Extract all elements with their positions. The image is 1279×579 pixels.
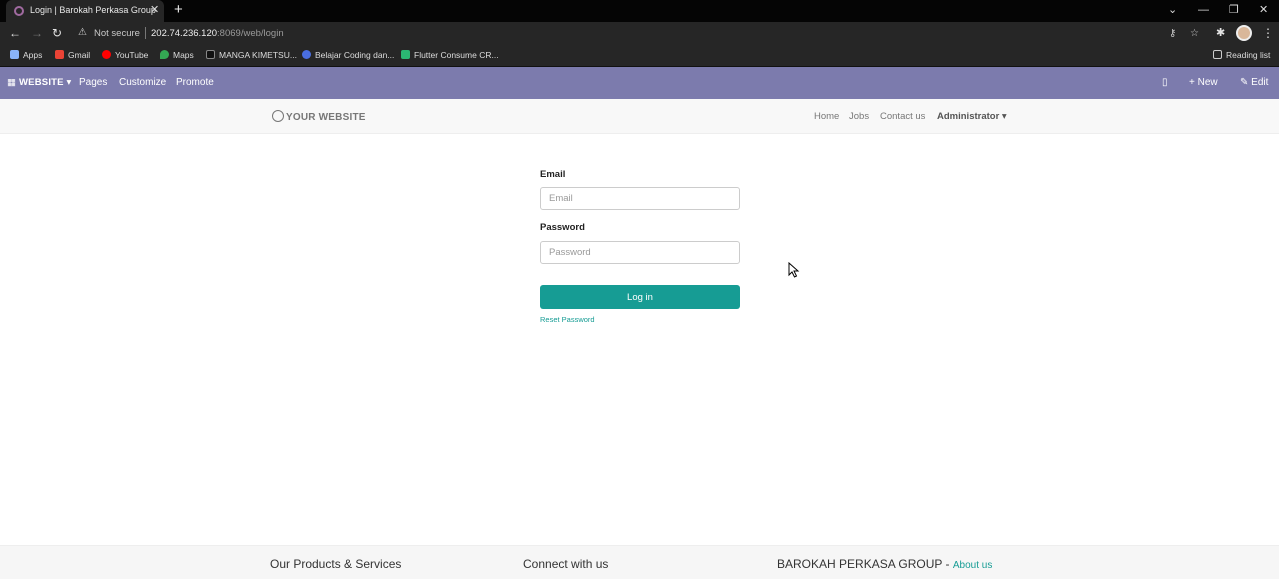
flutter-site-icon bbox=[401, 50, 410, 59]
bookmark-youtube[interactable]: YouTube bbox=[102, 50, 148, 60]
tab-title: Login | Barokah Perkasa Group bbox=[30, 5, 156, 15]
footer-company-heading: BAROKAH PERKASA GROUP - About us bbox=[777, 557, 993, 571]
tab-search-icon[interactable]: ⌄ bbox=[1168, 2, 1177, 18]
email-field[interactable] bbox=[540, 187, 740, 210]
coding-site-icon bbox=[302, 50, 311, 59]
key-icon[interactable]: ⚷ bbox=[1169, 28, 1176, 39]
extensions-icon[interactable]: ✱ bbox=[1216, 26, 1225, 40]
apps-grid-icon: ▦ bbox=[7, 77, 20, 88]
back-icon[interactable]: ← bbox=[9, 26, 21, 40]
caret-down-icon: ▾ bbox=[999, 111, 1007, 122]
maps-pin-icon bbox=[160, 50, 169, 59]
gmail-icon bbox=[55, 50, 64, 59]
omnibox[interactable]: ⚠ Not secure 202.74.236.120:8069/web/log… bbox=[72, 24, 1210, 44]
not-secure-label[interactable]: Not secure bbox=[94, 28, 140, 39]
pages-menu[interactable]: Pages bbox=[79, 77, 107, 88]
login-button[interactable]: Log in bbox=[540, 285, 740, 309]
youtube-icon bbox=[102, 50, 111, 59]
nav-contact-us[interactable]: Contact us bbox=[880, 111, 925, 122]
globe-icon bbox=[272, 110, 284, 122]
email-label: Email bbox=[540, 169, 566, 180]
reset-password-link[interactable]: Reset Password bbox=[540, 315, 595, 324]
reading-list[interactable]: Reading list bbox=[1213, 50, 1270, 60]
mouse-cursor-icon bbox=[788, 262, 800, 278]
url-separator bbox=[145, 27, 146, 39]
promote-menu[interactable]: Promote bbox=[176, 77, 214, 88]
apps-grid-icon bbox=[10, 50, 19, 59]
edit-button[interactable]: ✎ Edit bbox=[1240, 77, 1268, 88]
site-logo[interactable]: YOUR WEBSITE bbox=[272, 110, 366, 123]
new-button[interactable]: + New bbox=[1189, 77, 1218, 88]
bookmarks-bar: Apps Gmail YouTube Maps MANGA KIMETSU...… bbox=[0, 45, 1279, 67]
address-bar-row: ← → ↻ ⚠ Not secure 202.74.236.120:8069/w… bbox=[0, 22, 1279, 45]
minimize-icon[interactable]: — bbox=[1198, 2, 1209, 18]
site-header: YOUR WEBSITE Home Jobs Contact us Admini… bbox=[0, 99, 1279, 134]
about-us-link[interactable]: About us bbox=[953, 560, 992, 571]
plus-icon: + bbox=[1189, 77, 1198, 88]
browser-tab[interactable]: Login | Barokah Perkasa Group ✕ bbox=[6, 0, 164, 22]
nav-home[interactable]: Home bbox=[814, 111, 839, 122]
odoo-favicon-icon bbox=[14, 6, 24, 16]
close-tab-icon[interactable]: ✕ bbox=[150, 3, 159, 17]
manga-site-icon bbox=[206, 50, 215, 59]
bookmark-flutter[interactable]: Flutter Consume CR... bbox=[401, 50, 499, 60]
nav-jobs[interactable]: Jobs bbox=[849, 111, 869, 122]
new-tab-icon[interactable]: + bbox=[174, 1, 183, 19]
reload-icon[interactable]: ↻ bbox=[52, 26, 62, 40]
reading-list-icon bbox=[1213, 50, 1222, 59]
warning-icon[interactable]: ⚠ bbox=[78, 27, 87, 38]
footer-products-heading: Our Products & Services bbox=[270, 557, 402, 571]
bookmark-manga[interactable]: MANGA KIMETSU... bbox=[206, 50, 297, 60]
url-text[interactable]: 202.74.236.120:8069/web/login bbox=[151, 28, 284, 39]
profile-avatar[interactable] bbox=[1236, 25, 1252, 41]
website-menu[interactable]: ▦ WEBSITE ▾ bbox=[7, 77, 72, 88]
bookmark-maps[interactable]: Maps bbox=[160, 50, 194, 60]
footer-connect-heading: Connect with us bbox=[523, 557, 609, 571]
website-editor-bar: ▦ WEBSITE ▾ Pages Customize Promote ▯ + … bbox=[0, 67, 1279, 99]
pencil-icon: ✎ bbox=[1240, 77, 1252, 88]
restore-icon[interactable]: ❐ bbox=[1229, 2, 1239, 18]
menu-icon[interactable]: ⋮ bbox=[1262, 26, 1274, 40]
bookmark-apps[interactable]: Apps bbox=[10, 50, 42, 60]
bookmark-gmail[interactable]: Gmail bbox=[55, 50, 90, 60]
star-icon[interactable]: ☆ bbox=[1190, 28, 1199, 39]
customize-menu[interactable]: Customize bbox=[119, 77, 166, 88]
close-window-icon[interactable]: ✕ bbox=[1259, 2, 1268, 18]
caret-down-icon: ▾ bbox=[63, 77, 72, 88]
user-menu[interactable]: Administrator ▾ bbox=[937, 111, 1007, 122]
bookmark-belajar-coding[interactable]: Belajar Coding dan... bbox=[302, 50, 394, 60]
browser-tab-strip: Login | Barokah Perkasa Group ✕ + ⌄ — ❐ … bbox=[0, 0, 1279, 22]
mobile-preview-icon[interactable]: ▯ bbox=[1162, 77, 1168, 88]
forward-icon[interactable]: → bbox=[31, 26, 43, 40]
password-label: Password bbox=[540, 222, 585, 233]
password-field[interactable] bbox=[540, 241, 740, 264]
site-footer: Our Products & Services Connect with us … bbox=[0, 545, 1279, 579]
